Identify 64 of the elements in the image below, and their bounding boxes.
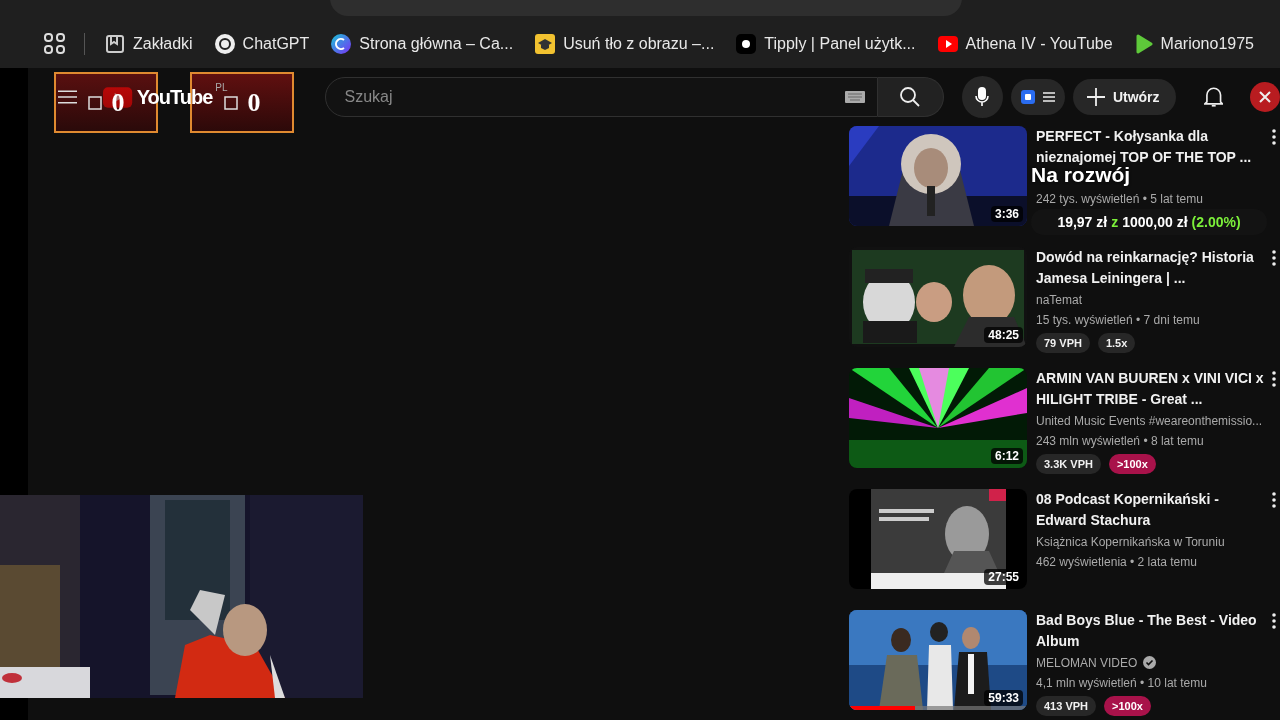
bookmark[interactable]: Usuń tło z obrazu –... — [535, 34, 715, 54]
extension-button[interactable] — [1010, 79, 1065, 115]
extension-logo-icon — [1020, 90, 1035, 104]
stat-badge: 3.3K VPH — [1036, 454, 1101, 474]
bookmark[interactable]: Mariono1975 — [1134, 34, 1254, 54]
play-logo-icon — [937, 36, 958, 52]
goal-amount: 19,97 zł z 1000,00 zł (2.00%) — [1031, 209, 1267, 235]
duration-badge: 6:12 — [990, 448, 1023, 464]
stat-badge: 79 VPH — [1036, 333, 1090, 353]
search-input[interactable]: Szukaj — [342, 87, 846, 107]
more-options-icon[interactable] — [1272, 250, 1276, 266]
bookmark[interactable]: Athena IV - YouTube — [937, 35, 1113, 53]
more-options-icon[interactable] — [1272, 371, 1276, 387]
region-label: PL — [215, 82, 228, 93]
search-bar[interactable]: Szukaj — [325, 77, 879, 117]
more-options-icon[interactable] — [1272, 129, 1276, 145]
bookmark-icon — [105, 34, 125, 54]
circle-logo-icon — [331, 34, 352, 54]
plus-icon — [1086, 88, 1105, 106]
more-options-icon[interactable] — [1272, 613, 1276, 629]
view-stats: 242 tys. wyświetleń • 5 lat temu — [1036, 191, 1204, 208]
apps-grid-icon[interactable] — [44, 33, 66, 55]
search-button[interactable] — [878, 77, 944, 117]
view-stats: 243 mln wyświetleń • 8 lat temu — [1036, 433, 1205, 450]
create-button[interactable]: Utwórz — [1072, 79, 1176, 115]
stat-badge: >100x — [1104, 696, 1151, 716]
duration-badge: 48:25 — [984, 327, 1023, 343]
menu-icon[interactable] — [58, 89, 78, 105]
video-title[interactable]: Dowód na reinkarnację? Historia Jamesa Leiningera | ... — [1036, 247, 1272, 289]
bell-icon[interactable] — [1203, 86, 1224, 108]
bookmark[interactable]: Strona główna – Ca... — [331, 34, 514, 54]
video-title[interactable]: Bad Boys Blue - The Best - Video Album — [1036, 610, 1272, 652]
bookmark[interactable]: Tipply | Panel użytk... — [736, 34, 916, 54]
channel-name[interactable]: MELOMAN VIDEO — [1036, 655, 1138, 670]
bookmark[interactable]: Zakładki — [105, 34, 193, 54]
counter-value: 0 — [247, 87, 261, 118]
video-title[interactable]: 08 Podcast Kopernikański - Edward Stachura — [1036, 489, 1272, 531]
search-icon — [899, 86, 922, 108]
square-icon — [87, 95, 102, 110]
graduation-cap-icon — [535, 34, 556, 54]
avatar-icon[interactable] — [1250, 82, 1280, 112]
video-title[interactable]: ARMIN VAN BUUREN x VINI VICI x HILIGHT TRIBE - Great ... — [1036, 368, 1272, 410]
view-stats: 4,1 mln wyświetleń • 10 lat temu — [1036, 675, 1208, 692]
play-icon — [1134, 34, 1153, 54]
tip-logo-icon — [736, 34, 757, 54]
square-icon — [223, 95, 238, 110]
stat-badge: 1.5x — [1097, 333, 1136, 353]
bookmark[interactable]: ChatGPT — [214, 34, 310, 54]
list-icon — [1042, 92, 1055, 102]
channel-name[interactable]: United Music Events #weareonthemissio... — [1036, 413, 1263, 428]
stat-badge: 413 VPH — [1036, 696, 1097, 716]
keyboard-icon[interactable] — [845, 91, 866, 103]
view-stats: 15 tys. wyświetleń • 7 dni temu — [1036, 312, 1201, 329]
counter-value: 0 — [111, 87, 125, 118]
duration-badge: 3:36 — [990, 206, 1023, 222]
view-stats: 462 wyświetlenia • 2 lata temu — [1036, 554, 1198, 571]
stat-badge: >100x — [1108, 454, 1156, 474]
microphone-icon — [975, 87, 990, 107]
microphone-button[interactable] — [961, 76, 1003, 118]
video-title[interactable]: PERFECT - Kołysanka dla nieznajomej TOP OF THE TOP ... — [1036, 126, 1272, 168]
duration-badge: 59:33 — [984, 690, 1023, 706]
more-options-icon[interactable] — [1272, 492, 1276, 508]
channel-name[interactable]: naTemat — [1036, 292, 1083, 307]
channel-name[interactable]: Książnica Kopernikańska w Toruniu — [1036, 534, 1225, 549]
